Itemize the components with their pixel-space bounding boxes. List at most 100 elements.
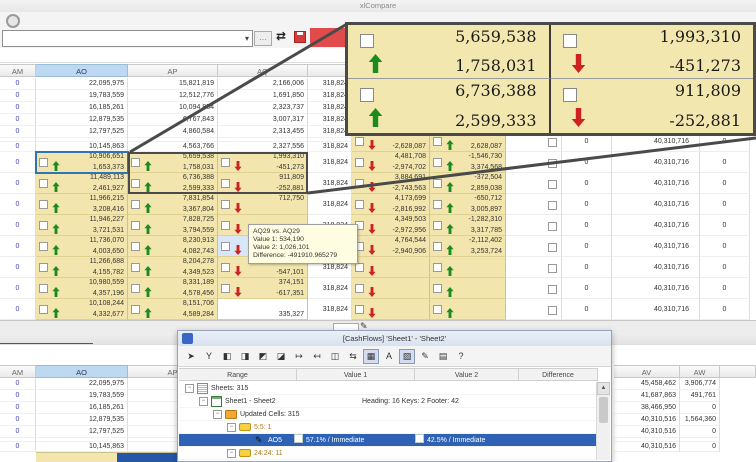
grid-cell[interactable]: 2,327,556	[218, 142, 308, 152]
grid-cell[interactable]: 0	[0, 236, 36, 257]
grid-cell[interactable]: 15,821,819	[128, 78, 218, 90]
diff-cell[interactable]: 4,349,503 -2,972,956	[352, 215, 430, 236]
diff-checkbox[interactable]	[562, 88, 577, 102]
diff-checkbox[interactable]	[39, 305, 48, 314]
grid-cell[interactable]: 41,687,863	[614, 390, 680, 402]
grid-cell[interactable]: 1,564,360	[680, 414, 720, 426]
grid-cell[interactable]: 0	[562, 257, 612, 278]
diff-cell[interactable]: 8,151,706 4,589,284	[128, 299, 218, 320]
diff-checkbox[interactable]	[548, 222, 557, 231]
grid-cell[interactable]	[506, 236, 562, 257]
grid-cell[interactable]: 0	[0, 215, 36, 236]
grid-cell[interactable]: 16,185,261	[36, 102, 128, 114]
diff-cell[interactable]: 3,884,691 -2,743,563	[352, 173, 430, 194]
diff-checkbox[interactable]	[433, 242, 442, 251]
diff-checkbox[interactable]	[221, 263, 230, 272]
diff-cell[interactable]: 712,750	[218, 194, 308, 215]
grid-cell[interactable]: 0	[0, 278, 36, 299]
grid-cell[interactable]: 12,797,525	[36, 126, 128, 138]
results-tree-row[interactable]: − AO5 57.1% / Immediate 42.5% / Immediat…	[179, 433, 598, 447]
grid-cell[interactable]: 16,185,261	[36, 402, 128, 414]
diff-checkbox[interactable]	[221, 158, 230, 167]
results-tree-row[interactable]: − Sheet1 - Sheet2 Heading: 16 Keys: 2 Fo…	[179, 395, 598, 408]
diff-cell[interactable]: 911,809 -252,881	[218, 173, 308, 194]
grid-cell[interactable]: 1,691,850	[218, 90, 308, 102]
diff-checkbox[interactable]	[433, 263, 442, 272]
column-header-ao[interactable]: AO	[36, 64, 128, 77]
diff-cell[interactable]: 10,108,244 4,332,677	[36, 299, 128, 320]
column-header-partial[interactable]	[720, 365, 756, 378]
dialog-toolbar-button[interactable]: ◩	[255, 349, 271, 364]
diff-checkbox[interactable]	[548, 243, 557, 252]
grid-cell[interactable]: 318,824	[308, 299, 352, 320]
results-header-difference[interactable]: Difference	[519, 368, 598, 381]
grid-cell[interactable]: 12,512,776	[128, 90, 218, 102]
grid-cell[interactable]	[506, 194, 562, 215]
diff-checkbox[interactable]	[355, 200, 364, 209]
diff-checkbox[interactable]	[360, 88, 374, 102]
grid-cell[interactable]: 491,761	[680, 390, 720, 402]
grid-cell[interactable]: 0	[700, 299, 750, 320]
grid-cell[interactable]: 0	[0, 299, 36, 320]
diff-cell[interactable]: 335,327	[218, 299, 308, 320]
grid-cell[interactable]: 0	[0, 402, 36, 414]
diff-checkbox[interactable]	[131, 242, 140, 251]
diff-checkbox[interactable]	[355, 158, 364, 167]
grid-cell[interactable]: 40,310,516	[614, 442, 680, 452]
grid-cell[interactable]: 0	[0, 78, 36, 90]
diff-checkbox[interactable]	[221, 221, 230, 230]
grid-cell[interactable]: 318,824	[308, 194, 352, 215]
dialog-toolbar-button[interactable]: ◨	[237, 349, 253, 364]
diff-checkbox[interactable]	[433, 200, 442, 209]
diff-checkbox[interactable]	[548, 201, 557, 210]
results-tree-row[interactable]: − Sheets: 315	[179, 382, 598, 395]
column-header-ap[interactable]: AP	[128, 64, 218, 77]
grid-cell[interactable]: 0	[562, 194, 612, 215]
diff-checkbox[interactable]	[131, 263, 140, 272]
dialog-toolbar-button[interactable]: ▤	[435, 349, 451, 364]
grid-cell[interactable]: 0	[562, 152, 612, 173]
grid-cell[interactable]: 0	[0, 90, 36, 102]
grid-cell[interactable]: 2,166,006	[218, 78, 308, 90]
scroll-up-icon[interactable]: ▲	[597, 382, 610, 395]
tree-expander-icon[interactable]: −	[199, 396, 208, 406]
grid-cell[interactable]: 2,323,737	[218, 102, 308, 114]
grid-cell[interactable]: 4,563,766	[128, 142, 218, 152]
browse-button[interactable]: …	[254, 31, 272, 46]
results-tree-row[interactable]: − Updated Cells: 315	[179, 408, 598, 421]
diff-checkbox[interactable]	[548, 159, 557, 168]
grid-cell[interactable]: 10,145,863	[36, 142, 128, 152]
dialog-toolbar-button[interactable]: ➤	[183, 349, 199, 364]
grid-cell[interactable]: 0	[0, 442, 36, 452]
grid-cell[interactable]: 318,824	[308, 173, 352, 194]
diff-checkbox[interactable]	[221, 200, 230, 209]
column-header-am[interactable]: AM	[0, 365, 36, 378]
diff-checkbox[interactable]	[131, 305, 140, 314]
diff-checkbox[interactable]	[39, 221, 48, 230]
save-icon[interactable]	[294, 31, 306, 43]
results-header-range[interactable]: Range	[179, 368, 297, 381]
diff-cell[interactable]: 7,828,725 3,794,559	[128, 215, 218, 236]
results-header-value1[interactable]: Value 1	[297, 368, 415, 381]
diff-checkbox[interactable]	[548, 285, 557, 294]
file-combobox[interactable]: ▾	[2, 30, 253, 47]
dialog-toolbar-button[interactable]: ⇆	[345, 349, 361, 364]
diff-checkbox[interactable]	[221, 242, 230, 251]
diff-cell[interactable]: 4,173,699 -2,816,992	[352, 194, 430, 215]
dialog-titlebar[interactable]: [CashFlows] 'Sheet1' - 'Sheet2'	[178, 331, 611, 347]
diff-cell[interactable]: 11,966,215 3,208,416	[36, 194, 128, 215]
grid-cell[interactable]: 12,797,525	[36, 426, 128, 438]
grid-cell[interactable]: 0	[0, 114, 36, 126]
grid-cell[interactable]: 0	[562, 215, 612, 236]
grid-cell[interactable]: 22,095,975	[36, 378, 128, 390]
diff-checkbox[interactable]	[433, 179, 442, 188]
dialog-toolbar-button[interactable]: ▦	[363, 348, 379, 364]
diff-cell[interactable]	[352, 257, 430, 278]
grid-cell[interactable]: 40,310,516	[614, 426, 680, 438]
dialog-toolbar-button[interactable]: ✎	[417, 349, 433, 364]
grid-cell[interactable]: 0	[680, 426, 720, 438]
diff-checkbox[interactable]	[355, 305, 364, 314]
diff-cell[interactable]: 10,906,651 1,653,373	[35, 151, 129, 174]
grid-cell[interactable]: 0	[0, 126, 36, 138]
compare-highlight-block[interactable]	[310, 28, 347, 47]
